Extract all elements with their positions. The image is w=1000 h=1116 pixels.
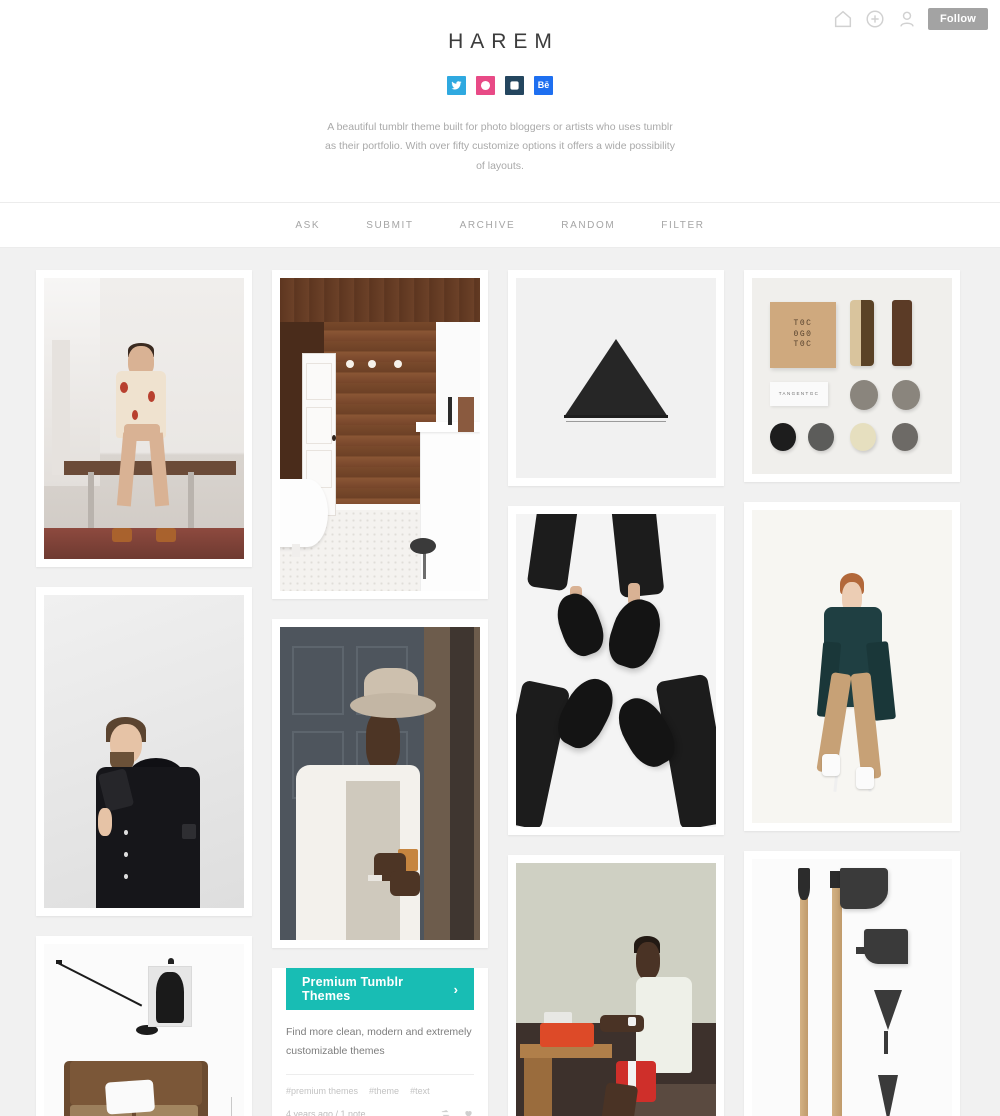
social-link-twitter[interactable]: [447, 76, 466, 95]
photo-raincoat-image: [752, 510, 952, 824]
tag-text[interactable]: #text: [410, 1086, 430, 1096]
photo-sofa-image: [44, 944, 244, 1116]
plus-circle-icon[interactable]: [864, 8, 886, 30]
photo-hat-image: [280, 627, 480, 941]
photo-triangle-image: [516, 278, 716, 479]
post-photo-sofa[interactable]: [36, 936, 252, 1116]
premium-themes-label: Premium Tumblr Themes: [302, 975, 404, 1004]
photo-shoes-image: [516, 514, 716, 828]
photo-axes-image: [752, 859, 952, 1116]
post-photo-grooming-kit[interactable]: T0C 0G0 T0C TANGENTGC: [744, 270, 960, 483]
nav-item-ask[interactable]: ASK: [295, 220, 320, 231]
home-icon[interactable]: [832, 8, 854, 30]
reblog-icon[interactable]: [440, 1108, 451, 1116]
post-photo-hat[interactable]: [272, 619, 488, 949]
grid-column-2: Premium Tumblr Themes › Find more clean,…: [272, 270, 488, 1116]
post-grid: Premium Tumblr Themes › Find more clean,…: [0, 248, 1000, 1116]
account-icon[interactable]: [896, 8, 918, 30]
link-post-footer: #premium themes #theme #text: [286, 1074, 474, 1096]
kit-box-text: T0C 0G0 T0C: [793, 318, 813, 350]
post-photo-typewriter[interactable]: [508, 855, 724, 1116]
photo-typewriter-image: [516, 863, 716, 1116]
behance-glyph: Bē: [537, 80, 550, 90]
photo-bathroom-image: [280, 278, 480, 592]
social-link-behance[interactable]: Bē: [534, 76, 553, 95]
grid-column-3: [508, 270, 724, 1116]
post-photo-triangle[interactable]: [508, 270, 724, 487]
site-description: A beautiful tumblr theme built for photo…: [325, 121, 675, 172]
follow-button[interactable]: Follow: [927, 8, 988, 30]
premium-themes-button[interactable]: Premium Tumblr Themes ›: [286, 968, 474, 1011]
chevron-right-icon: ›: [453, 981, 458, 997]
tag-theme[interactable]: #theme: [369, 1086, 399, 1096]
photo-parka-image: [44, 595, 244, 909]
post-timestamp-notes: 4 years ago / 1 note: [286, 1108, 366, 1116]
social-link-dribbble[interactable]: [476, 76, 495, 95]
grid-column-1: [36, 270, 252, 1116]
post-actions: [440, 1108, 474, 1116]
post-photo-raincoat[interactable]: [744, 502, 960, 832]
nav-item-filter[interactable]: FILTER: [661, 220, 704, 231]
post-photo-shoes[interactable]: [508, 506, 724, 836]
post-photo-axes[interactable]: [744, 851, 960, 1116]
photo-bench-image: [44, 278, 244, 560]
photo-grooming-kit-image: T0C 0G0 T0C TANGENTGC: [752, 278, 952, 475]
nav-item-random[interactable]: RANDOM: [561, 220, 615, 231]
tumblr-top-bar: Follow: [820, 0, 1000, 38]
post-photo-bench[interactable]: [36, 270, 252, 568]
post-photo-bathroom[interactable]: [272, 270, 488, 600]
post-link-premium-themes[interactable]: Premium Tumblr Themes › Find more clean,…: [272, 968, 488, 1116]
kit-label-text: TANGENTGC: [778, 391, 820, 397]
nav-item-submit[interactable]: SUBMIT: [366, 220, 413, 231]
tag-list: #premium themes #theme #text: [286, 1086, 474, 1096]
post-photo-parka[interactable]: [36, 587, 252, 917]
social-links: Bē: [0, 76, 1000, 95]
like-heart-icon[interactable]: [463, 1108, 474, 1116]
link-post-description: Find more clean, modern and extremely cu…: [286, 1026, 472, 1057]
social-link-instagram[interactable]: [505, 76, 524, 95]
post-meta: 4 years ago / 1 note: [286, 1108, 474, 1116]
nav-item-archive[interactable]: ARCHIVE: [460, 220, 516, 231]
main-navigation: ASK SUBMIT ARCHIVE RANDOM FILTER: [0, 203, 1000, 249]
grid-column-4: T0C 0G0 T0C TANGENTGC: [744, 270, 960, 1116]
tag-premium-themes[interactable]: #premium themes: [286, 1086, 358, 1096]
